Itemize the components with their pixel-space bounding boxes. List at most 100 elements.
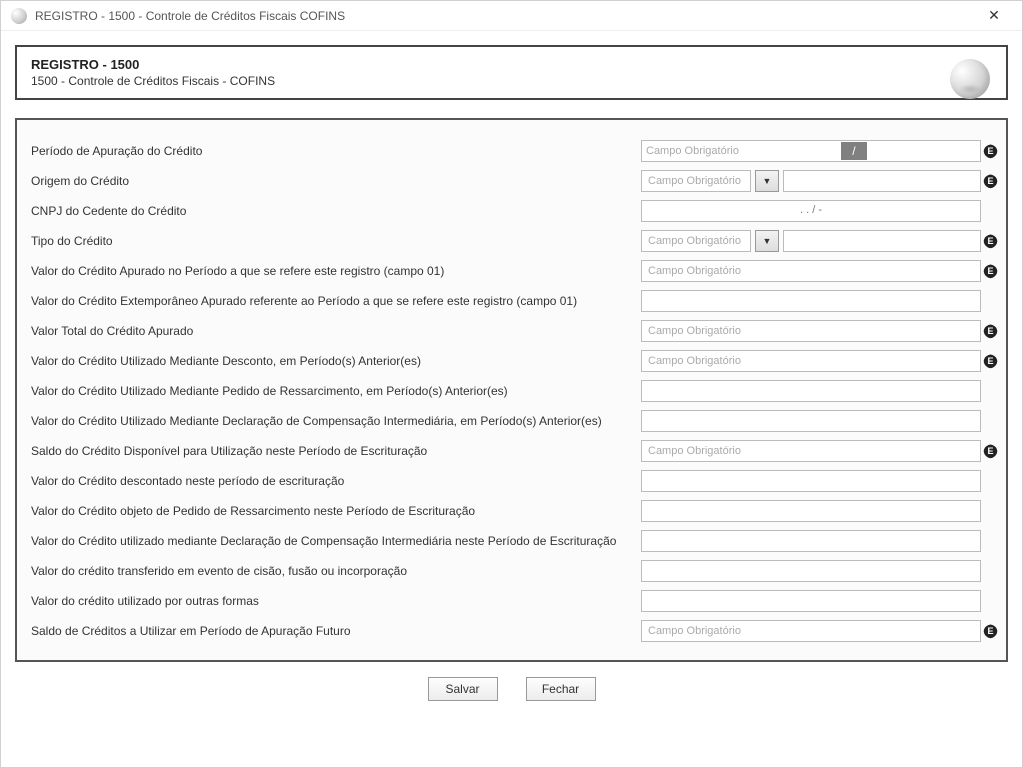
form-row: CNPJ do Cedente do Crédito. . / - [31, 196, 992, 226]
field-group: ▼ [641, 170, 981, 192]
field-group [641, 530, 981, 552]
text-input[interactable] [641, 410, 981, 432]
text-input[interactable] [641, 260, 981, 282]
required-badge-icon: E [981, 322, 999, 340]
dropdown-arrow-icon[interactable]: ▼ [755, 230, 779, 252]
field-group [641, 410, 981, 432]
field-group [641, 620, 981, 642]
svg-text:E: E [987, 176, 993, 186]
date-separator: / [841, 142, 867, 160]
text-input[interactable] [641, 290, 981, 312]
required-badge-icon: E [981, 232, 999, 250]
header-panel: REGISTRO - 1500 1500 - Controle de Crédi… [15, 45, 1008, 100]
field-group [641, 470, 981, 492]
form-panel: Período de Apuração do CréditoCampo Obri… [15, 118, 1008, 662]
footer-buttons: Salvar Fechar [15, 662, 1008, 716]
field-group [641, 560, 981, 582]
field-group [641, 500, 981, 522]
field-label: Valor do Crédito Apurado no Período a qu… [31, 264, 641, 278]
form-row: Período de Apuração do CréditoCampo Obri… [31, 136, 992, 166]
page-subtitle: 1500 - Controle de Créditos Fiscais - CO… [31, 74, 992, 88]
svg-text:E: E [987, 446, 993, 456]
dropdown-arrow-icon[interactable]: ▼ [755, 170, 779, 192]
svg-text:E: E [987, 236, 993, 246]
required-badge-icon: E [981, 622, 999, 640]
field-group [641, 320, 981, 342]
text-input[interactable] [641, 560, 981, 582]
cnpj-input[interactable] [641, 200, 981, 222]
field-label: CNPJ do Cedente do Crédito [31, 204, 641, 218]
form-row: Valor do Crédito Utilizado Mediante Decl… [31, 406, 992, 436]
field-group: Campo Obrigatório / [641, 140, 981, 162]
field-label: Valor do Crédito Extemporâneo Apurado re… [31, 294, 641, 308]
field-label: Valor do crédito utilizado por outras fo… [31, 594, 641, 608]
form-row: Saldo do Crédito Disponível para Utiliza… [31, 436, 992, 466]
field-group [641, 290, 981, 312]
app-icon [11, 8, 27, 24]
text-input[interactable] [641, 590, 981, 612]
text-input[interactable] [641, 440, 981, 462]
form-row: Valor do Crédito descontado neste períod… [31, 466, 992, 496]
text-input[interactable] [641, 530, 981, 552]
field-label: Origem do Crédito [31, 174, 641, 188]
form-row: Origem do Crédito ▼ E [31, 166, 992, 196]
form-row: Valor do Crédito utilizado mediante Decl… [31, 526, 992, 556]
field-label: Valor do Crédito Utilizado Mediante Desc… [31, 354, 641, 368]
form-row: Valor Total do Crédito Apurado E [31, 316, 992, 346]
text-input[interactable] [641, 620, 981, 642]
form-row: Valor do Crédito objeto de Pedido de Res… [31, 496, 992, 526]
window-title: REGISTRO - 1500 - Controle de Créditos F… [35, 9, 974, 23]
svg-text:E: E [987, 356, 993, 366]
field-label: Valor do Crédito Utilizado Mediante Pedi… [31, 384, 641, 398]
field-label: Saldo de Créditos a Utilizar em Período … [31, 624, 641, 638]
field-group [641, 260, 981, 282]
form-row: Valor do crédito transferido em evento d… [31, 556, 992, 586]
field-group [641, 440, 981, 462]
text-input[interactable] [641, 350, 981, 372]
required-badge-icon: E [981, 172, 999, 190]
close-icon[interactable]: ✕ [974, 1, 1014, 31]
combo-code-input[interactable] [641, 230, 751, 252]
field-label: Valor do Crédito descontado neste períod… [31, 474, 641, 488]
field-label: Valor do Crédito utilizado mediante Decl… [31, 534, 641, 548]
field-label: Valor do Crédito objeto de Pedido de Res… [31, 504, 641, 518]
form-row: Valor do crédito utilizado por outras fo… [31, 586, 992, 616]
text-input[interactable] [641, 380, 981, 402]
close-button[interactable]: Fechar [526, 677, 596, 701]
window: REGISTRO - 1500 - Controle de Créditos F… [0, 0, 1023, 768]
required-badge-icon: E [981, 442, 999, 460]
text-input[interactable] [641, 470, 981, 492]
field-group [641, 350, 981, 372]
titlebar: REGISTRO - 1500 - Controle de Créditos F… [1, 1, 1022, 31]
text-input[interactable] [641, 500, 981, 522]
form-row: Valor do Crédito Utilizado Mediante Pedi… [31, 376, 992, 406]
form-row: Tipo do Crédito ▼ E [31, 226, 992, 256]
header-ornament-icon [950, 59, 990, 99]
content-area: REGISTRO - 1500 1500 - Controle de Crédi… [1, 31, 1022, 767]
form-row: Valor do Crédito Utilizado Mediante Desc… [31, 346, 992, 376]
field-label: Valor Total do Crédito Apurado [31, 324, 641, 338]
combo-desc-input[interactable] [783, 170, 981, 192]
field-label: Saldo do Crédito Disponível para Utiliza… [31, 444, 641, 458]
placeholder-text: Campo Obrigatório [646, 145, 739, 157]
required-badge-icon: E [981, 262, 999, 280]
page-title: REGISTRO - 1500 [31, 57, 992, 72]
svg-text:E: E [987, 626, 993, 636]
combo-desc-input[interactable] [783, 230, 981, 252]
field-group: ▼ [641, 230, 981, 252]
field-label: Valor do Crédito Utilizado Mediante Decl… [31, 414, 641, 428]
required-badge-icon: E [981, 352, 999, 370]
form-row: Saldo de Créditos a Utilizar em Período … [31, 616, 992, 646]
field-label: Tipo do Crédito [31, 234, 641, 248]
text-input[interactable] [641, 320, 981, 342]
date-input[interactable]: Campo Obrigatório / [641, 140, 981, 162]
save-button[interactable]: Salvar [428, 677, 498, 701]
field-group: . . / - [641, 200, 981, 222]
combo-code-input[interactable] [641, 170, 751, 192]
svg-text:E: E [987, 326, 993, 336]
form-row: Valor do Crédito Extemporâneo Apurado re… [31, 286, 992, 316]
svg-text:E: E [987, 146, 993, 156]
field-group [641, 590, 981, 612]
field-group [641, 380, 981, 402]
form-row: Valor do Crédito Apurado no Período a qu… [31, 256, 992, 286]
